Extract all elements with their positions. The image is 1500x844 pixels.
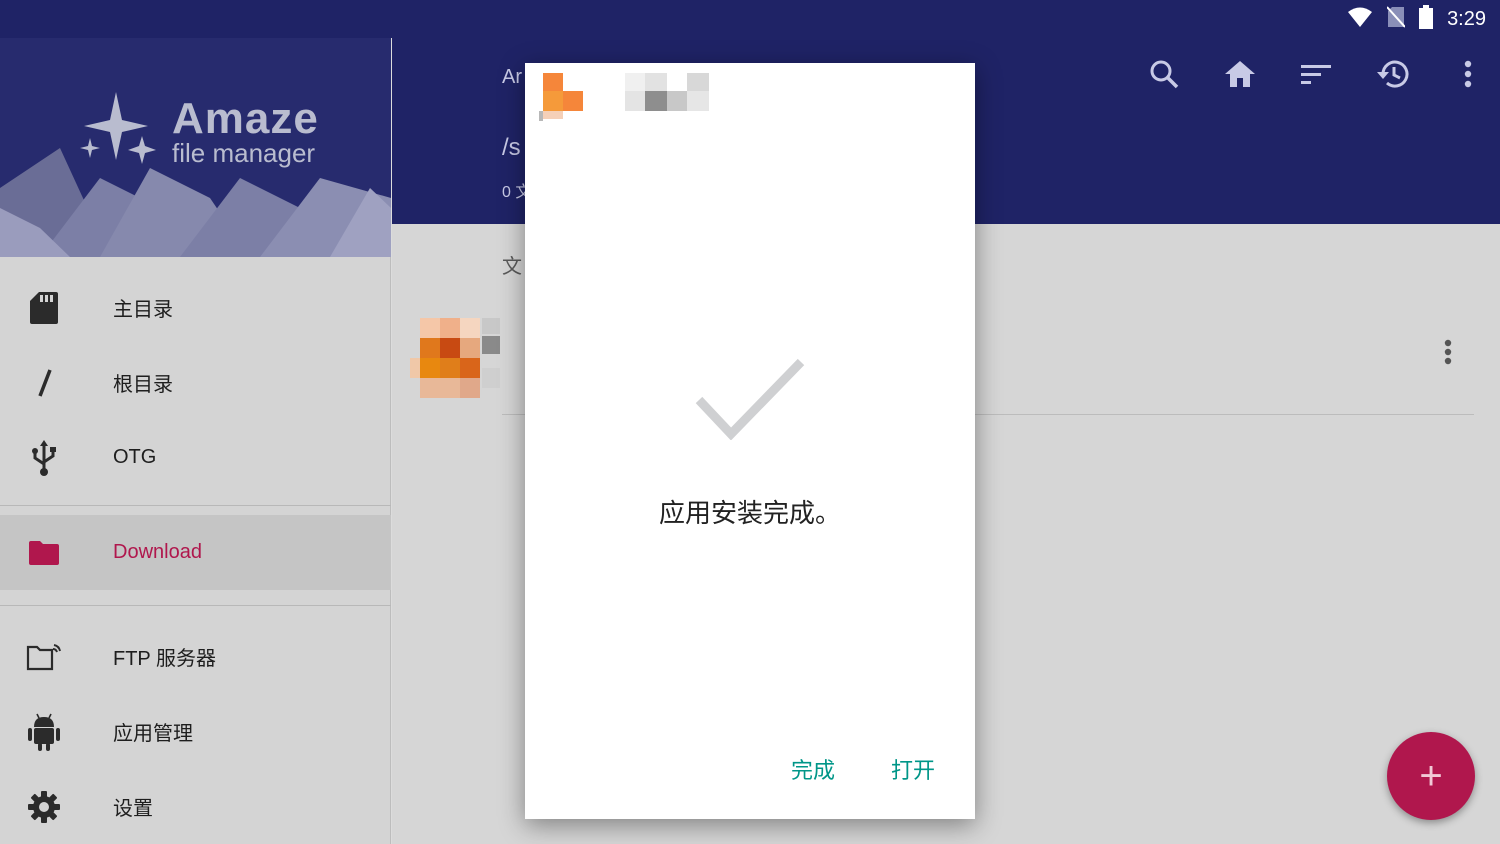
- status-bar: 3:29: [0, 0, 1500, 38]
- search-icon[interactable]: [1146, 56, 1182, 92]
- wifi-icon: [1347, 6, 1373, 32]
- drawer-item-otg[interactable]: OTG: [0, 420, 391, 495]
- checkmark-icon: [695, 358, 807, 441]
- drawer-item-label: OTG: [113, 446, 157, 468]
- drawer-item-label: FTP 服务器: [113, 648, 216, 670]
- history-icon[interactable]: [1374, 56, 1410, 92]
- sd-card-icon: [26, 290, 62, 326]
- status-icons: 3:29: [1347, 5, 1486, 33]
- no-sim-icon: [1386, 6, 1406, 32]
- battery-icon: [1419, 5, 1434, 33]
- add-fab-button[interactable]: +: [1387, 732, 1475, 820]
- app-logo-title: Amaze: [172, 94, 319, 143]
- root-slash-icon: [26, 365, 62, 401]
- dialog-actions: 完成 打开: [791, 753, 935, 785]
- android-icon: [26, 713, 62, 751]
- file-more-icon[interactable]: [1436, 338, 1460, 374]
- done-button[interactable]: 完成: [791, 753, 835, 785]
- drawer-item-app-manager[interactable]: 应用管理: [0, 694, 391, 769]
- current-path[interactable]: /s: [502, 134, 521, 162]
- app-bar-title: Ar: [502, 66, 522, 88]
- app-logo-subtitle: file manager: [172, 138, 316, 168]
- dialog-message: 应用安装完成。: [658, 499, 841, 529]
- navigation-drawer: Amaze file manager 主目录 根目录 OTG Download …: [0, 38, 391, 844]
- sort-icon[interactable]: [1298, 56, 1334, 92]
- clock: 3:29: [1447, 7, 1486, 30]
- folder-icon: [26, 535, 62, 571]
- plus-icon: +: [1419, 754, 1443, 798]
- drawer-item-label: 主目录: [113, 299, 173, 321]
- drawer-header: Amaze file manager: [0, 38, 391, 257]
- install-complete-dialog: 应用安装完成。 完成 打开: [525, 63, 975, 819]
- drawer-item-download[interactable]: Download: [0, 515, 391, 590]
- drawer-item-label: 应用管理: [113, 723, 193, 745]
- drawer-item-label: Download: [113, 541, 202, 563]
- drawer-divider: [0, 505, 391, 506]
- file-thumbnail[interactable]: [410, 318, 500, 398]
- open-button[interactable]: 打开: [891, 753, 935, 785]
- drawer-divider: [0, 605, 391, 606]
- home-icon[interactable]: [1222, 56, 1258, 92]
- ftp-folder-icon: [26, 639, 62, 675]
- usb-icon: [26, 439, 62, 476]
- drawer-item-settings[interactable]: 设置: [0, 769, 391, 844]
- drawer-item-label: 设置: [113, 798, 153, 820]
- toolbar: [1146, 56, 1486, 92]
- more-vert-icon[interactable]: [1450, 56, 1486, 92]
- gear-icon: [26, 789, 62, 825]
- app-icon: [539, 73, 587, 121]
- drawer-item-ftp[interactable]: FTP 服务器: [0, 619, 391, 694]
- drawer-item-label: 根目录: [113, 374, 173, 396]
- drawer-item-root[interactable]: 根目录: [0, 345, 391, 420]
- section-header: 文: [502, 256, 522, 278]
- drawer-item-home[interactable]: 主目录: [0, 270, 391, 345]
- app-name-blurred: [625, 73, 709, 113]
- amaze-logo-icon: [78, 90, 160, 172]
